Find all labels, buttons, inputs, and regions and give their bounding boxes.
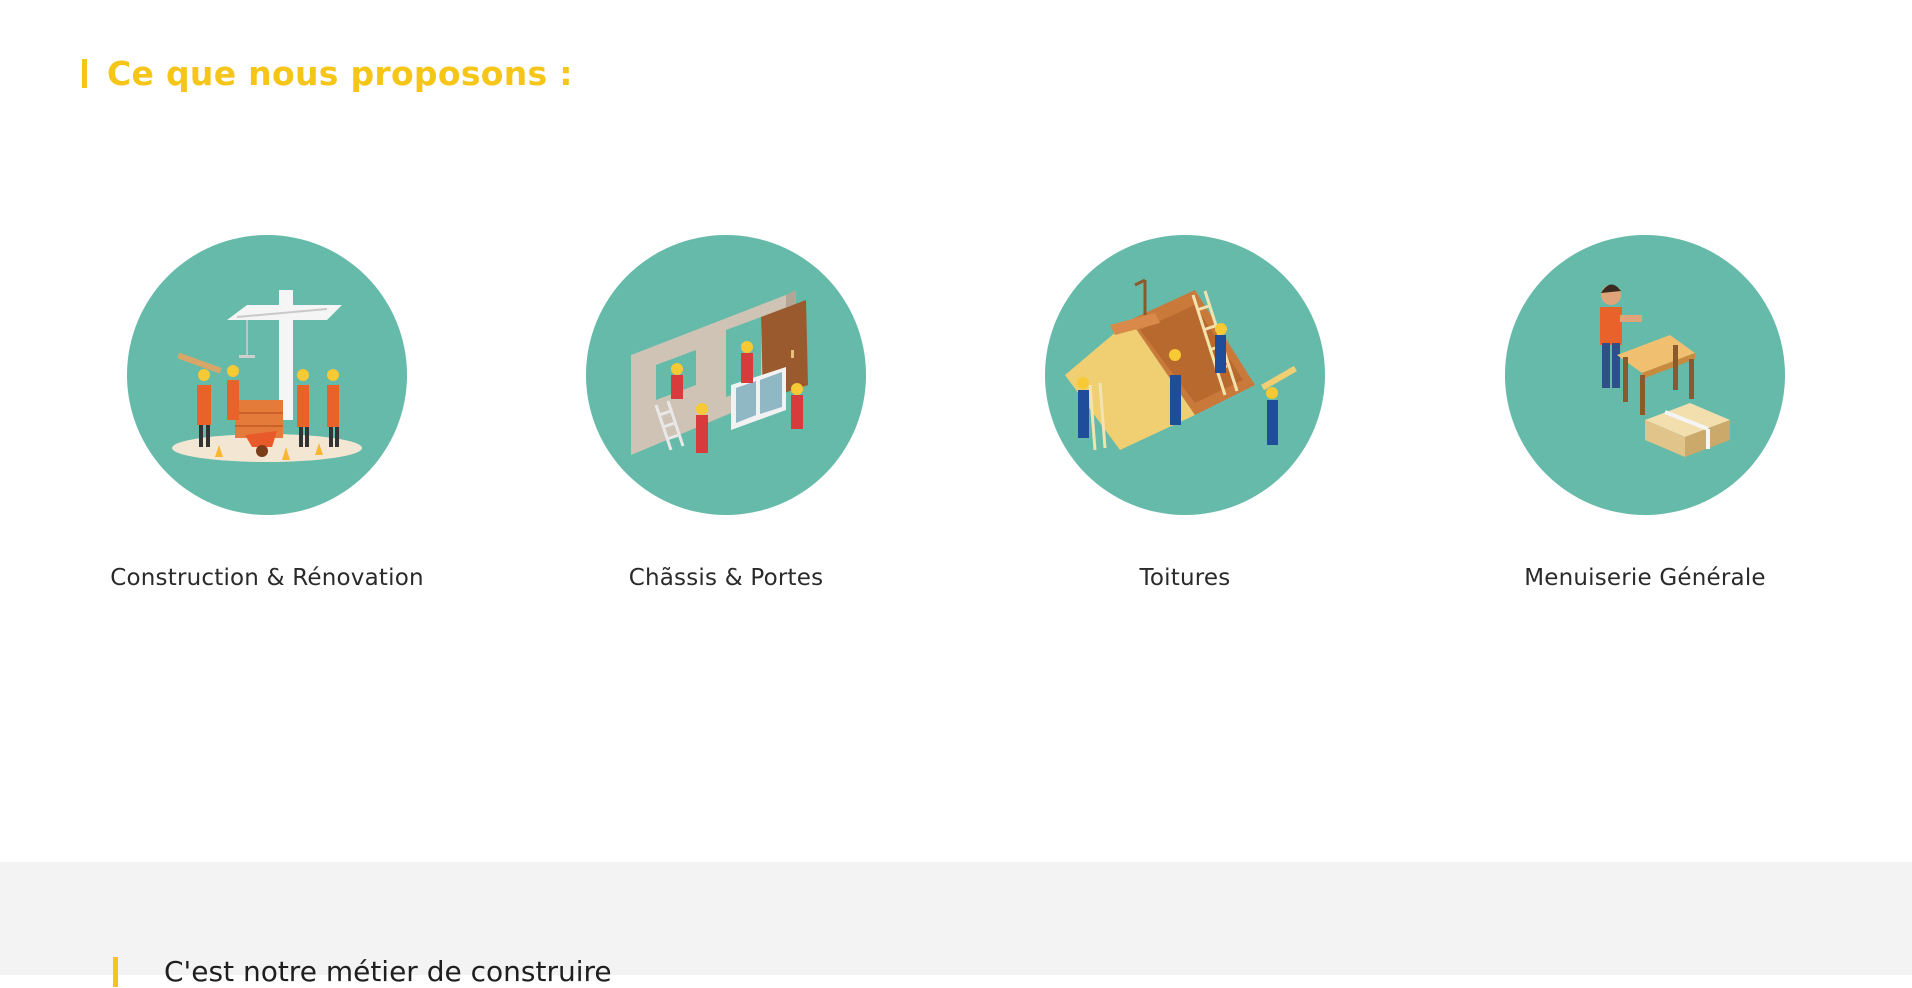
- service-label: Construction & Rénovation: [110, 565, 424, 591]
- service-label: Menuiserie Générale: [1524, 565, 1766, 591]
- service-label: Toitures: [1139, 565, 1231, 591]
- section-heading: Ce que nous proposons :: [82, 50, 573, 96]
- window-door-illustration-icon[interactable]: [586, 235, 866, 515]
- construction-illustration-icon[interactable]: [127, 235, 407, 515]
- heading-accent-bar: [113, 957, 118, 987]
- service-card-construction[interactable]: Construction & Rénovation: [57, 235, 477, 591]
- next-section-title: C'est notre métier de construire: [164, 955, 612, 988]
- roofing-illustration-icon[interactable]: [1045, 235, 1325, 515]
- service-card-menuiserie[interactable]: Menuiserie Générale: [1435, 235, 1855, 591]
- next-section: C'est notre métier de construire: [0, 862, 1912, 987]
- service-label: Chãssis & Portes: [628, 565, 824, 591]
- next-section-heading: C'est notre métier de construire: [113, 957, 612, 987]
- heading-accent-bar: [82, 58, 87, 88]
- services-section: Ce que nous proposons : Construction & R…: [0, 0, 1912, 862]
- service-card-chassis-portes[interactable]: Chãssis & Portes: [516, 235, 936, 591]
- service-card-toitures[interactable]: Toitures: [975, 235, 1395, 591]
- carpentry-illustration-icon[interactable]: [1505, 235, 1785, 515]
- section-title: Ce que nous proposons :: [107, 53, 573, 93]
